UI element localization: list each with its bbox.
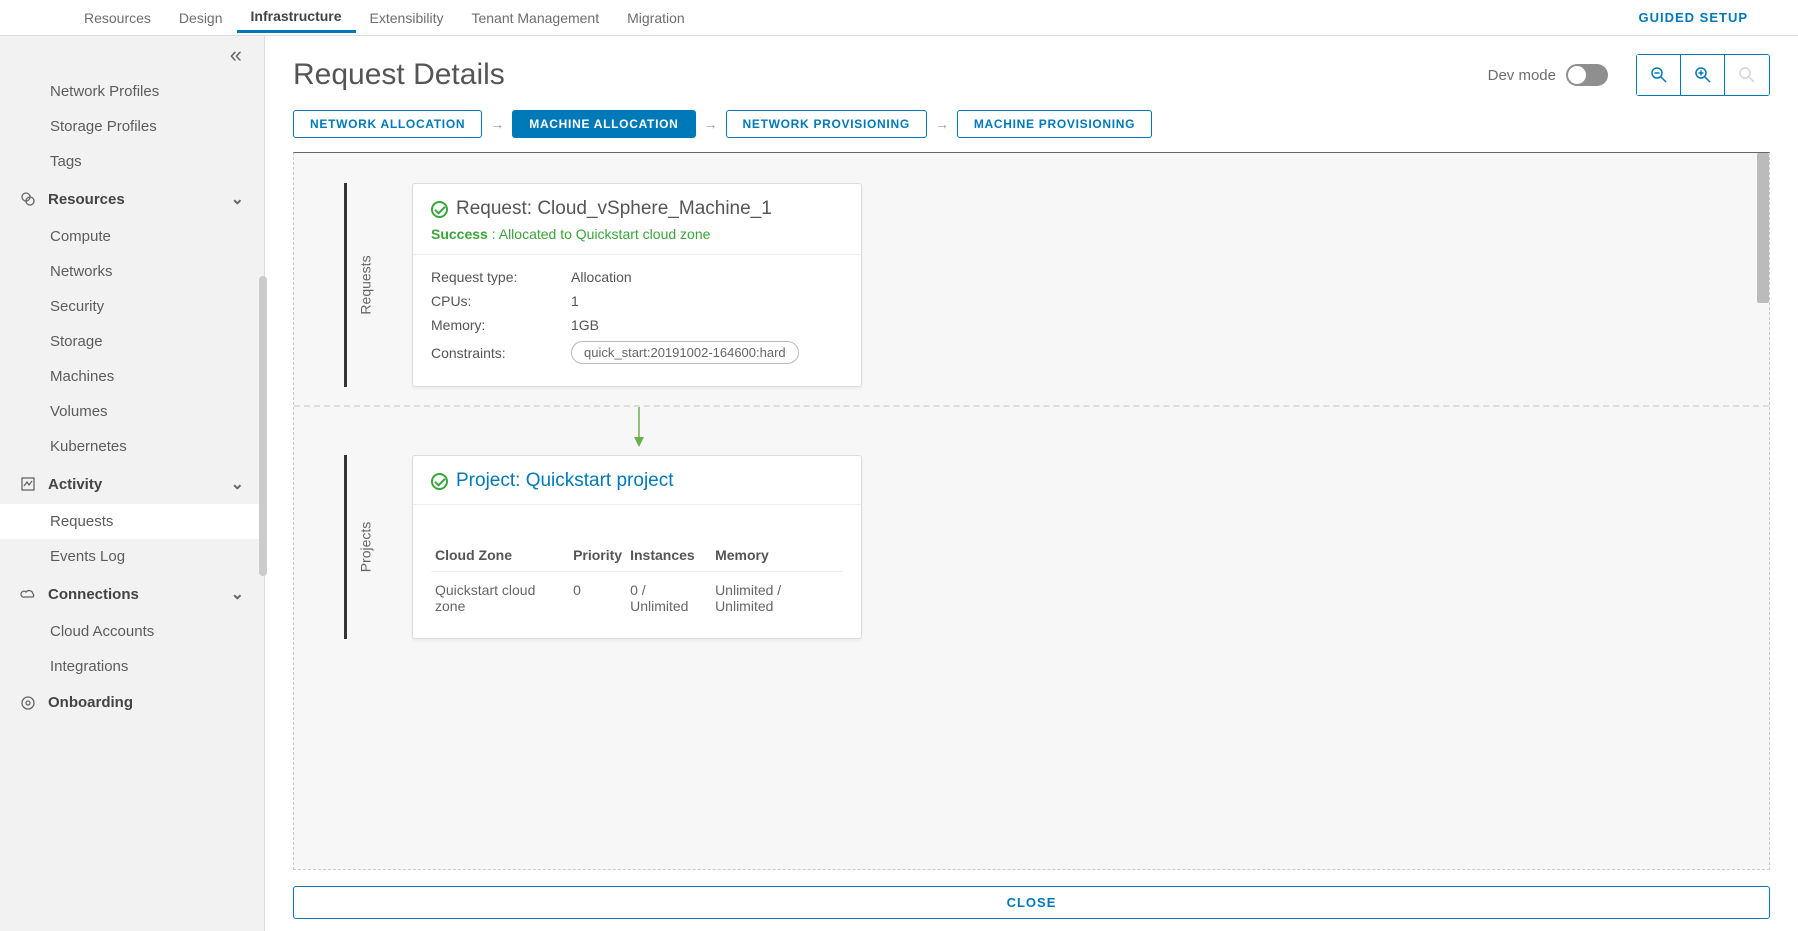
main-content: Request Details Dev mode NETWORK ALLOCAT… xyxy=(265,36,1798,931)
step-network-allocation[interactable]: NETWORK ALLOCATION xyxy=(293,110,482,138)
success-icon xyxy=(431,201,448,218)
close-button[interactable]: CLOSE xyxy=(293,886,1770,919)
cell-zone: Quickstart cloud zone xyxy=(431,572,569,625)
sidebar-list: Network Profiles Storage Profiles Tags R… xyxy=(0,74,264,931)
arrow-icon: → xyxy=(702,116,720,132)
step-row: NETWORK ALLOCATION → MACHINE ALLOCATION … xyxy=(293,110,1770,138)
sidebar-group-activity[interactable]: Activity ⌄ xyxy=(0,464,264,504)
dev-mode-label: Dev mode xyxy=(1488,67,1556,84)
step-machine-provisioning[interactable]: MACHINE PROVISIONING xyxy=(957,110,1152,138)
arrow-icon: → xyxy=(488,116,506,132)
resources-icon xyxy=(20,191,38,207)
sidebar: « Network Profiles Storage Profiles Tags… xyxy=(0,36,265,931)
lane-label: Projects xyxy=(344,455,384,639)
cloud-icon xyxy=(20,586,38,602)
step-network-provisioning[interactable]: NETWORK PROVISIONING xyxy=(726,110,927,138)
col-memory: Memory xyxy=(711,539,843,572)
sidebar-group-label: Resources xyxy=(48,191,231,208)
col-instances: Instances xyxy=(626,539,711,572)
sidebar-item-compute[interactable]: Compute xyxy=(0,219,264,254)
sidebar-item-security[interactable]: Security xyxy=(0,289,264,324)
sidebar-item-network-profiles[interactable]: Network Profiles xyxy=(0,74,264,109)
tab-resources[interactable]: Resources xyxy=(70,4,165,32)
col-priority: Priority xyxy=(569,539,626,572)
lane-label: Requests xyxy=(344,183,384,387)
kv-value: 1GB xyxy=(571,317,599,333)
tab-extensibility[interactable]: Extensibility xyxy=(356,4,458,32)
sidebar-item-integrations[interactable]: Integrations xyxy=(0,649,264,684)
sidebar-item-storage[interactable]: Storage xyxy=(0,324,264,359)
tab-tenant-management[interactable]: Tenant Management xyxy=(457,4,613,32)
activity-icon xyxy=(20,476,38,492)
sidebar-group-onboarding[interactable]: Onboarding xyxy=(0,684,264,721)
zoom-button-group xyxy=(1636,54,1770,96)
zoom-out-button[interactable] xyxy=(1637,55,1681,95)
chevron-down-icon: ⌄ xyxy=(231,189,244,209)
sidebar-group-label: Onboarding xyxy=(48,694,244,711)
zoom-out-icon xyxy=(1650,66,1668,84)
top-nav: Resources Design Infrastructure Extensib… xyxy=(0,0,1798,36)
connector-arrow xyxy=(414,407,864,447)
sidebar-item-requests[interactable]: Requests xyxy=(0,504,264,539)
lane-projects: Projects Project: Quickstart project xyxy=(344,455,1719,639)
status-message: : Allocated to Quickstart cloud zone xyxy=(492,226,711,242)
kv-key: Constraints: xyxy=(431,345,571,361)
page-title: Request Details xyxy=(293,58,1488,92)
zoom-icon xyxy=(1738,66,1756,84)
sidebar-collapse-button[interactable]: « xyxy=(0,36,264,74)
chevron-down-icon: ⌄ xyxy=(231,474,244,494)
request-card-title: Request: Cloud_vSphere_Machine_1 xyxy=(456,198,772,220)
onboard-icon xyxy=(20,695,38,711)
sidebar-item-cloud-accounts[interactable]: Cloud Accounts xyxy=(0,614,264,649)
project-card[interactable]: Project: Quickstart project Cloud Zone P… xyxy=(412,455,862,639)
sidebar-item-kubernetes[interactable]: Kubernetes xyxy=(0,429,264,464)
sidebar-item-events-log[interactable]: Events Log xyxy=(0,539,264,574)
kv-key: CPUs: xyxy=(431,293,571,309)
cell-memory: Unlimited / Unlimited xyxy=(711,572,843,625)
arrow-icon: → xyxy=(933,116,951,132)
cell-instances: 0 / Unlimited xyxy=(626,572,711,625)
kv-key: Memory: xyxy=(431,317,571,333)
sidebar-item-machines[interactable]: Machines xyxy=(0,359,264,394)
sidebar-item-storage-profiles[interactable]: Storage Profiles xyxy=(0,109,264,144)
sidebar-item-tags[interactable]: Tags xyxy=(0,144,264,179)
kv-value: Allocation xyxy=(571,269,632,285)
chevron-down-icon: ⌄ xyxy=(231,584,244,604)
canvas-scrollbar[interactable] xyxy=(1757,153,1769,303)
sidebar-group-label: Activity xyxy=(48,476,231,493)
tab-infrastructure[interactable]: Infrastructure xyxy=(237,2,356,33)
col-cloud-zone: Cloud Zone xyxy=(431,539,569,572)
project-card-title[interactable]: Project: Quickstart project xyxy=(456,470,674,492)
project-table: Cloud Zone Priority Instances Memory Qui… xyxy=(431,539,843,624)
request-card[interactable]: Request: Cloud_vSphere_Machine_1 Success… xyxy=(412,183,862,387)
constraint-tag: quick_start:20191002-164600:hard xyxy=(571,341,799,364)
table-row: Quickstart cloud zone 0 0 / Unlimited Un… xyxy=(431,572,843,625)
tab-design[interactable]: Design xyxy=(165,4,237,32)
guided-setup-link[interactable]: GUIDED SETUP xyxy=(1638,10,1748,25)
zoom-in-button[interactable] xyxy=(1681,55,1725,95)
sidebar-group-connections[interactable]: Connections ⌄ xyxy=(0,574,264,614)
status-label: Success xyxy=(431,226,488,242)
sidebar-item-volumes[interactable]: Volumes xyxy=(0,394,264,429)
dev-mode-toggle[interactable] xyxy=(1566,64,1608,86)
cell-priority: 0 xyxy=(569,572,626,625)
tab-migration[interactable]: Migration xyxy=(613,4,699,32)
sidebar-item-networks[interactable]: Networks xyxy=(0,254,264,289)
kv-value: 1 xyxy=(571,293,579,309)
step-machine-allocation[interactable]: MACHINE ALLOCATION xyxy=(512,110,695,138)
kv-key: Request type: xyxy=(431,269,571,285)
lane-requests: Requests Request: Cloud_vSphere_Machine_… xyxy=(344,183,1719,387)
flow-canvas[interactable]: Requests Request: Cloud_vSphere_Machine_… xyxy=(293,152,1770,870)
zoom-in-icon xyxy=(1694,66,1712,84)
success-icon xyxy=(431,473,448,490)
sidebar-scrollbar[interactable] xyxy=(259,276,267,576)
sidebar-group-resources[interactable]: Resources ⌄ xyxy=(0,179,264,219)
zoom-reset-button[interactable] xyxy=(1725,55,1769,95)
sidebar-group-label: Connections xyxy=(48,586,231,603)
